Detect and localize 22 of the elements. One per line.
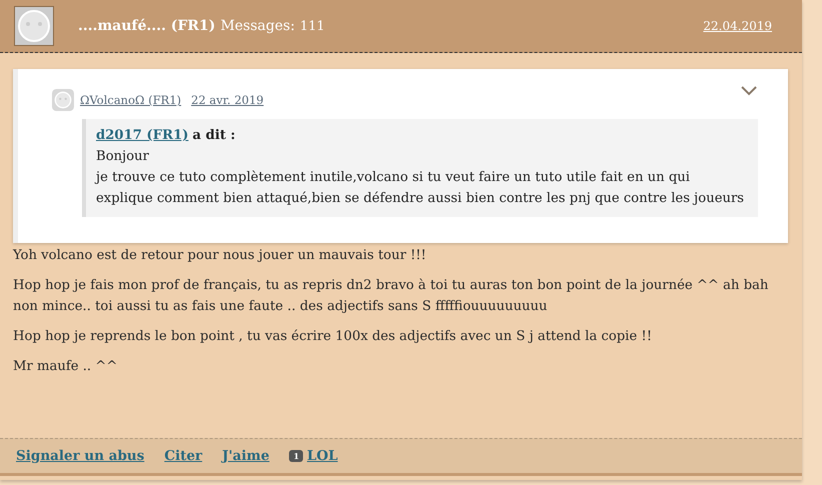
messages-count: 111 bbox=[300, 18, 325, 34]
quoted-date-link[interactable]: 22 avr. 2019 bbox=[191, 93, 264, 107]
quote-said-label: a dit : bbox=[192, 127, 236, 145]
post-paragraph: Mr maufe .. ^^ bbox=[13, 358, 118, 376]
action-link[interactable]: Citer bbox=[164, 448, 202, 464]
avatar-icon bbox=[52, 89, 74, 111]
messages-label: Messages: bbox=[220, 18, 295, 34]
action-link[interactable]: Signaler un abus bbox=[16, 448, 144, 464]
quote-text: Bonjour bbox=[96, 148, 150, 166]
quote-author-link[interactable]: d2017 (FR1) bbox=[96, 125, 188, 146]
post-paragraph: Yoh volcano est de retour pour nous jouer un mauvais tour !!! bbox=[13, 247, 428, 265]
avatar-icon bbox=[14, 6, 54, 46]
count-badge: 1 bbox=[289, 450, 304, 462]
post-paragraph: Hop hop je fais mon prof de français, tu as repris dn2 bravo à toi tu auras ton bon point de la journée ^^ ah bah non mince.. toi aussi tu as fais une faute .. des adjectifs sans S fffffiouuuuuuuuu bbox=[13, 277, 770, 316]
quoted-author-link[interactable]: ΩVolcanoΩ (FR1) bbox=[80, 93, 182, 107]
action-link[interactable]: J'aime bbox=[222, 448, 270, 464]
author-name[interactable]: ....maufé.... (FR1) bbox=[78, 18, 216, 34]
post-date[interactable]: 22.04.2019 bbox=[703, 19, 772, 33]
chevron-icon[interactable] bbox=[740, 85, 758, 97]
post-paragraph: Hop hop je reprends le bon point , tu vas écrire 100x des adjectifs avec un S j attend la copie !! bbox=[13, 328, 653, 346]
reaction-link[interactable]: LOL bbox=[307, 448, 338, 464]
quote-text: je trouve ce tuto complètement inutile,volcano si tu veut faire un tuto utile fait en un qui explique comment bien attaqué,bien se défendre aussi bien contre les pnj que contre les joueurs bbox=[96, 169, 745, 208]
